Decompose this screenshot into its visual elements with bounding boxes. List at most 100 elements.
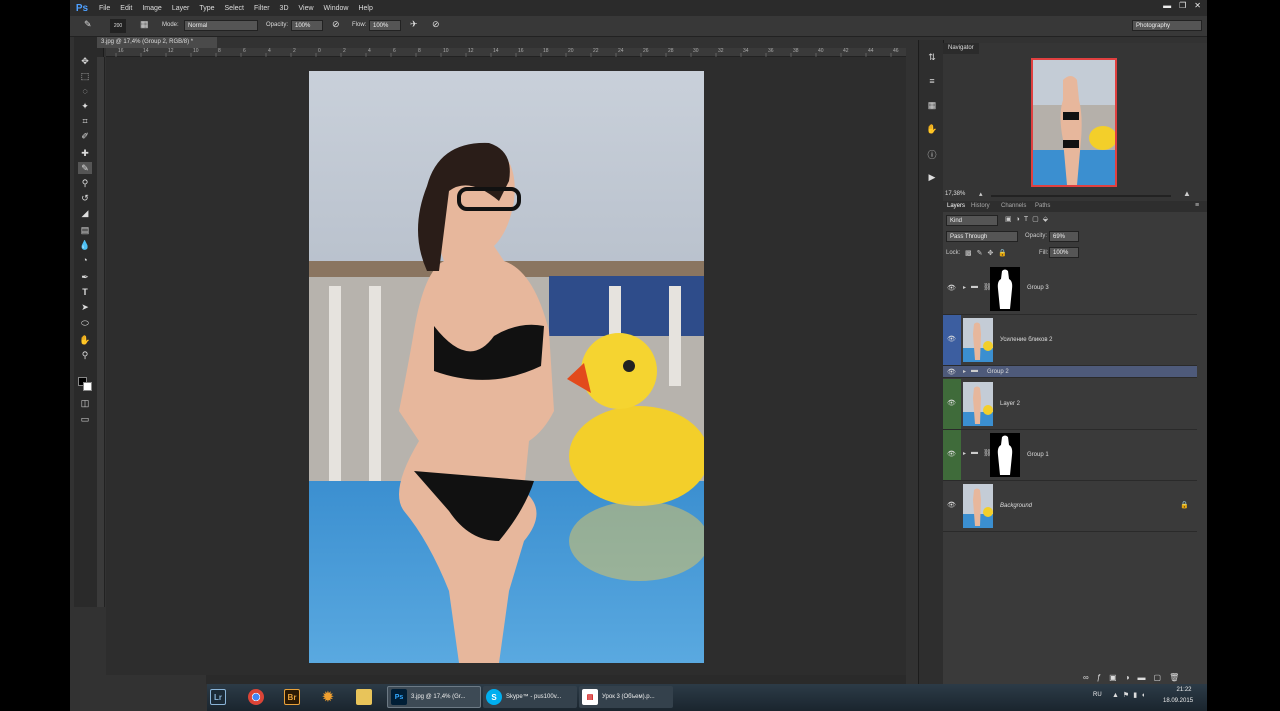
- navigator-zoom-value[interactable]: 17,38%: [945, 191, 965, 197]
- taskbar-lightroom[interactable]: Lr: [207, 686, 226, 708]
- layer-opacity-input[interactable]: 69%: [1049, 231, 1079, 242]
- layer-mask-thumbnail[interactable]: [990, 433, 1020, 477]
- language-indicator[interactable]: RU: [1093, 692, 1102, 698]
- layer-row-background[interactable]: 👁 Background 🔒: [943, 481, 1197, 532]
- brush-tool-icon[interactable]: ✎: [78, 162, 92, 174]
- visibility-eye-icon[interactable]: 👁: [947, 368, 957, 376]
- panel-menu-icon[interactable]: ≡: [1195, 202, 1199, 209]
- menu-filter[interactable]: Filter: [249, 5, 275, 12]
- quick-mask-icon[interactable]: ◫: [78, 397, 92, 409]
- blend-mode-select[interactable]: Pass Through: [946, 231, 1018, 242]
- navigator-preview[interactable]: [1031, 58, 1117, 187]
- type-tool-icon[interactable]: T: [78, 286, 92, 298]
- clock-date[interactable]: 18.09.2015: [1163, 698, 1193, 704]
- blur-tool-icon[interactable]: 💧: [78, 239, 92, 251]
- taskbar-explorer[interactable]: [353, 686, 372, 708]
- layer-row-layer-2[interactable]: 👁 Layer 2: [943, 379, 1197, 430]
- pressure-opacity-icon[interactable]: ⊘: [332, 19, 340, 30]
- menu-3d[interactable]: 3D: [275, 5, 294, 12]
- layer-thumbnail[interactable]: [963, 318, 993, 362]
- layer-mask-thumbnail[interactable]: [990, 267, 1020, 311]
- taskbar-app-gear[interactable]: ✹: [317, 686, 336, 708]
- move-tool-icon[interactable]: ✥: [78, 55, 92, 67]
- screen-mode-icon[interactable]: ▭: [78, 413, 92, 425]
- tab-history[interactable]: History: [971, 203, 990, 209]
- layer-row-group-2[interactable]: 👁 ▸ ▬ Group 2: [943, 366, 1197, 378]
- info-icon[interactable]: ⓘ: [925, 148, 939, 160]
- menu-select[interactable]: Select: [220, 5, 249, 12]
- taskbar-photoshop[interactable]: Ps 3.jpg @ 17,4% (Gr...: [387, 686, 481, 708]
- menu-image[interactable]: Image: [137, 5, 166, 12]
- gradient-tool-icon[interactable]: ▤: [78, 224, 92, 236]
- layer-fill-input[interactable]: 100%: [1049, 247, 1079, 258]
- filter-kind-select[interactable]: Kind: [946, 215, 998, 226]
- zoom-out-icon[interactable]: ▴: [979, 190, 983, 198]
- expand-arrow-icon[interactable]: ▸: [963, 450, 966, 457]
- layer-thumbnail[interactable]: [963, 484, 993, 528]
- mode-select[interactable]: Normal: [184, 20, 258, 31]
- background-color-swatch[interactable]: [83, 382, 92, 391]
- flow-input[interactable]: 100%: [369, 20, 401, 31]
- lock-icons[interactable]: ▩✎✥🔒: [965, 249, 1012, 257]
- tab-channels[interactable]: Channels: [1001, 203, 1026, 209]
- brush-size-picker[interactable]: 200: [110, 19, 126, 33]
- taskbar-skype[interactable]: S Skype™ - pus100v...: [483, 686, 577, 708]
- marquee-tool-icon[interactable]: ⬚: [78, 70, 92, 82]
- dodge-tool-icon[interactable]: ◔: [78, 254, 92, 266]
- brush-presets-icon[interactable]: ✋: [925, 124, 939, 136]
- eraser-tool-icon[interactable]: ◢: [78, 207, 92, 219]
- menu-window[interactable]: Window: [319, 5, 354, 12]
- workspace-select[interactable]: Photography: [1132, 20, 1202, 31]
- healing-tool-icon[interactable]: ✚: [78, 147, 92, 159]
- layers-footer-icons[interactable]: ∞ƒ▣◑▬▢🗑: [1083, 673, 1187, 682]
- layer-name[interactable]: Усиление бликов 2: [1000, 337, 1053, 343]
- layer-name[interactable]: Layer 2: [1000, 401, 1020, 407]
- menu-view[interactable]: View: [294, 5, 319, 12]
- menu-edit[interactable]: Edit: [115, 5, 137, 12]
- airbrush-icon[interactable]: ✈: [410, 19, 418, 30]
- expand-arrow-icon[interactable]: ▸: [963, 284, 966, 291]
- minimize-icon[interactable]: ▬: [1163, 1, 1171, 10]
- shape-tool-icon[interactable]: ⬭: [78, 317, 92, 329]
- restore-icon[interactable]: ❐: [1179, 1, 1186, 10]
- stamp-tool-icon[interactable]: ⚲: [78, 177, 92, 189]
- zoom-tool-icon[interactable]: ⚲: [78, 349, 92, 361]
- crop-tool-icon[interactable]: ⌗: [78, 115, 92, 127]
- document-image[interactable]: [309, 71, 704, 663]
- layer-name[interactable]: Group 3: [1027, 285, 1049, 291]
- layer-name[interactable]: Background: [1000, 503, 1032, 509]
- layer-thumbnail[interactable]: [963, 382, 993, 426]
- menu-help[interactable]: Help: [353, 5, 377, 12]
- layer-row-group-1[interactable]: 👁 ▸ ▬ ⛓ Group 1: [943, 430, 1197, 481]
- visibility-eye-icon[interactable]: 👁: [947, 335, 957, 343]
- layer-name[interactable]: Group 2: [987, 369, 1009, 375]
- adjustments-icon[interactable]: ≡: [925, 76, 939, 88]
- pressure-size-icon[interactable]: ⊘: [432, 19, 440, 30]
- taskbar-bridge[interactable]: Br: [281, 686, 300, 708]
- visibility-eye-icon[interactable]: 👁: [947, 450, 957, 458]
- brush-tool-icon[interactable]: ✎: [84, 19, 92, 30]
- close-icon[interactable]: ✕: [1194, 1, 1201, 10]
- menu-file[interactable]: File: [94, 5, 115, 12]
- menu-type[interactable]: Type: [194, 5, 219, 12]
- taskbar-chrome[interactable]: [245, 686, 264, 708]
- tab-layers[interactable]: Layers: [947, 203, 965, 209]
- visibility-eye-icon[interactable]: 👁: [947, 399, 957, 407]
- pen-tool-icon[interactable]: ✒: [78, 271, 92, 283]
- opacity-input[interactable]: 100%: [291, 20, 323, 31]
- layer-filter-icons[interactable]: ▣◑T▢⬙: [1005, 215, 1052, 223]
- document-tab[interactable]: 3.jpg @ 17,4% (Group 2, RGB/8) *: [97, 37, 217, 48]
- tray-icons[interactable]: ▲⚑▮◖: [1112, 691, 1149, 699]
- expand-arrow-icon[interactable]: ▸: [963, 368, 966, 375]
- horizontal-scrollbar[interactable]: [206, 675, 906, 684]
- layer-row-highlight-boost[interactable]: 👁 Усиление бликов 2: [943, 315, 1197, 366]
- tab-paths[interactable]: Paths: [1035, 203, 1050, 209]
- eyedropper-tool-icon[interactable]: ✐: [78, 130, 92, 142]
- visibility-eye-icon[interactable]: 👁: [947, 284, 957, 292]
- histogram-icon[interactable]: ⇅: [925, 52, 939, 64]
- visibility-eye-icon[interactable]: 👁: [947, 501, 957, 509]
- hand-tool-icon[interactable]: ✋: [78, 334, 92, 346]
- zoom-slider[interactable]: [991, 195, 1171, 197]
- quick-select-tool-icon[interactable]: ✦: [78, 100, 92, 112]
- lasso-tool-icon[interactable]: ◌: [78, 85, 92, 97]
